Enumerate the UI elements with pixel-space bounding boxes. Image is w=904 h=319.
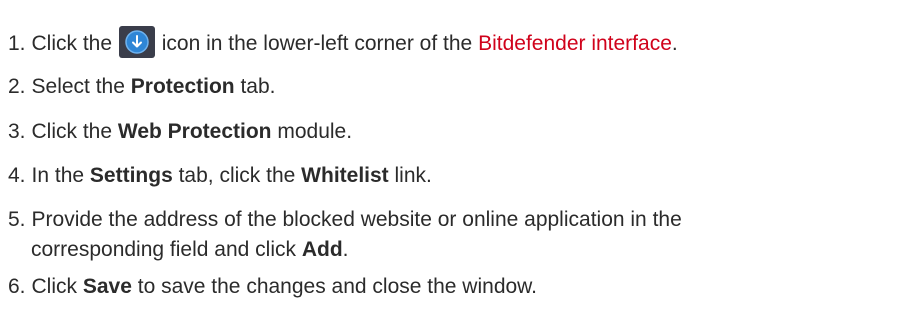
step-text: Click [31,275,78,298]
step-text: Click the [31,32,113,55]
step-6: 6. Click Save to save the changes and clo… [8,272,898,302]
circle-down-arrow-icon [118,26,155,58]
step-number: 6. [8,275,26,298]
instruction-list: 1. Click the icon in the lower-left corne… [0,0,904,319]
step-3: 3. Click the Web Protection module. [8,117,898,147]
step-text: tab. [240,75,276,98]
step-text: Click the [31,120,113,143]
step-text: In the [31,164,85,187]
step-text: Select the [31,75,125,98]
step-text: . [671,32,678,55]
step-number: 2. [8,75,26,98]
step-5: 5. Provide the address of the blocked web… [8,205,898,265]
step-text: . [342,238,349,261]
step-4: 4. In the Settings tab, click the Whiteli… [8,161,898,191]
bitdefender-interface-link[interactable]: Bitdefender interface [478,32,672,55]
step-text: icon in the lower-left corner of the [161,32,473,55]
step-number: 4. [8,164,26,187]
step-1: 1. Click the icon in the lower-left corne… [8,26,898,59]
step-text: corresponding field and click [31,238,296,261]
step-text: link. [394,164,432,187]
step-number: 5. [8,208,26,231]
save-button-label: Save [82,275,132,298]
step-number: 3. [8,120,26,143]
step-text: to save the changes and close the window… [137,275,538,298]
add-button-label: Add [301,238,343,261]
protection-tab-label: Protection [130,75,235,98]
step-continuation: corresponding field and click Add. [8,235,898,265]
step-text: tab, click the [178,164,296,187]
web-protection-module-label: Web Protection [117,120,272,143]
settings-tab-label: Settings [89,164,173,187]
step-text: module. [277,120,353,143]
step-text: Provide the address of the blocked websi… [31,208,682,231]
step-2: 2. Select the Protection tab. [8,72,898,102]
whitelist-link-label: Whitelist [301,164,389,187]
step-number: 1. [8,32,26,55]
